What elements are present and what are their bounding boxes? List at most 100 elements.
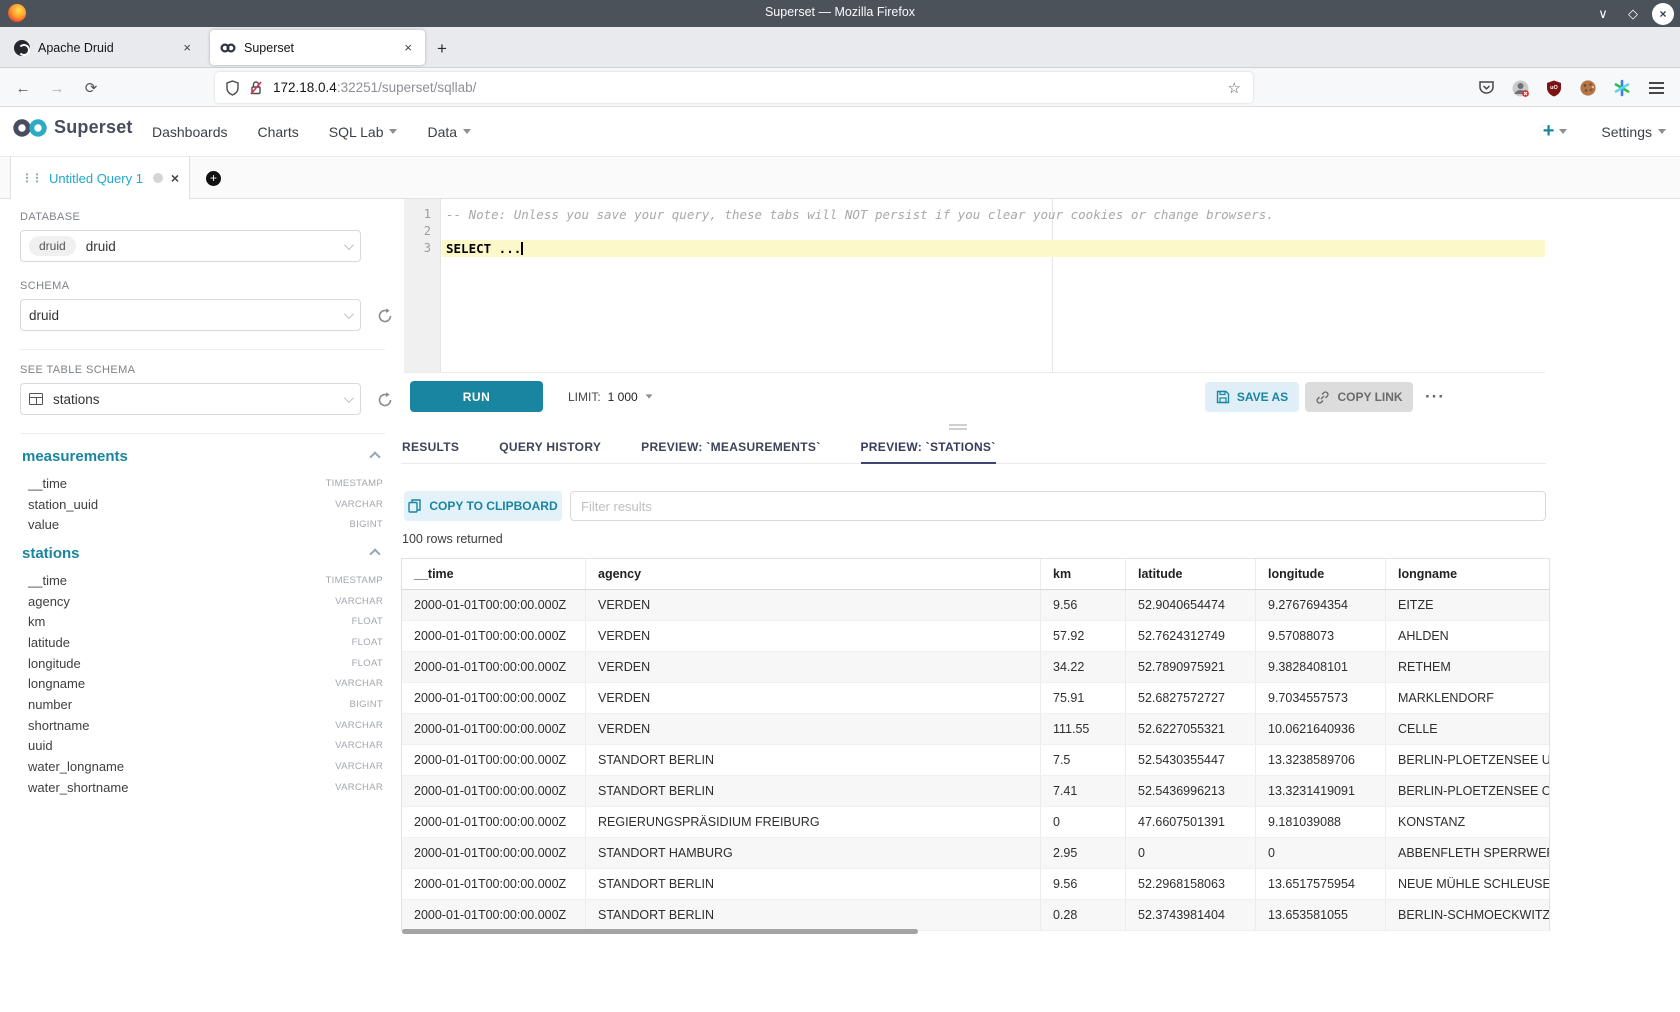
extension-asterisk-icon[interactable] — [1612, 78, 1632, 98]
query-tab-close-icon[interactable]: × — [171, 170, 179, 186]
copy-icon — [408, 499, 421, 513]
more-options-button[interactable]: ··· — [1425, 382, 1445, 412]
browser-tab-label: Apache Druid — [38, 41, 180, 55]
table-select[interactable]: stations — [20, 383, 361, 415]
schema-value: druid — [29, 308, 59, 323]
refresh-schema-icon[interactable] — [376, 307, 394, 325]
cell-agency: STANDORT BERLIN — [586, 869, 1041, 899]
column-header[interactable]: km — [1041, 559, 1126, 589]
nav-data[interactable]: Data — [427, 124, 471, 140]
column-name: __time — [28, 573, 67, 588]
cell-agency: VERDEN — [586, 590, 1041, 620]
save-icon — [1216, 390, 1230, 404]
cell-longname: EITZE — [1386, 590, 1550, 620]
superset-favicon-icon — [220, 40, 236, 56]
cell-longname: RETHEM — [1386, 652, 1550, 682]
column-header[interactable]: latitude — [1126, 559, 1256, 589]
tab-preview-stations[interactable]: PREVIEW: `STATIONS` — [861, 440, 996, 463]
url-text[interactable]: 172.18.0.4:32251/superset/sqllab/ — [273, 80, 1226, 95]
column-header[interactable]: agency — [586, 559, 1041, 589]
column-header[interactable]: __time — [402, 559, 586, 589]
chevron-up-icon[interactable] — [369, 548, 380, 559]
chevron-up-icon[interactable] — [369, 451, 380, 462]
schema-heading[interactable]: stations — [22, 545, 383, 562]
horizontal-scrollbar-thumb[interactable] — [402, 929, 918, 934]
drag-handle-icon[interactable]: ⋮⋮ — [21, 171, 41, 185]
limit-dropdown[interactable]: LIMIT: 1 000 — [560, 381, 661, 412]
lock-insecure-icon[interactable] — [249, 80, 263, 96]
table-icon — [29, 393, 43, 405]
settings-menu[interactable]: Settings — [1601, 124, 1666, 140]
schema-select[interactable]: druid — [20, 299, 361, 331]
tab-close-icon[interactable]: × — [180, 40, 194, 55]
column-header[interactable]: longname — [1386, 559, 1550, 589]
filter-results-input[interactable] — [570, 491, 1546, 521]
cell-longname: KONSTANZ — [1386, 807, 1550, 837]
copy-link-button[interactable]: COPY LINK — [1305, 382, 1413, 412]
forward-icon[interactable]: → — [44, 75, 70, 101]
column-name: number — [28, 697, 72, 712]
column-header[interactable]: longitude — [1256, 559, 1386, 589]
browser-tab-label: Superset — [244, 41, 401, 55]
pocket-icon[interactable] — [1476, 78, 1496, 98]
back-icon[interactable]: ← — [10, 75, 36, 101]
run-button[interactable]: RUN — [410, 381, 543, 412]
url-bar[interactable]: 172.18.0.4:32251/superset/sqllab/ ☆ — [215, 72, 1253, 103]
tab-close-icon[interactable]: × — [401, 40, 415, 55]
tab-preview-measurements[interactable]: PREVIEW: `MEASUREMENTS` — [641, 440, 820, 463]
ublock-origin-icon[interactable]: uO — [1544, 78, 1564, 98]
database-select[interactable]: druid druid — [20, 230, 361, 262]
tab-results[interactable]: RESULTS — [402, 440, 459, 463]
new-tab-button[interactable]: + — [430, 37, 454, 61]
column-name: water_shortname — [28, 780, 128, 795]
menu-hamburger-icon[interactable] — [1646, 78, 1666, 98]
schema-heading[interactable]: measurements — [22, 448, 383, 465]
pane-resize-handle[interactable] — [949, 424, 967, 430]
line-number: 2 — [404, 223, 440, 240]
sqllab-left-panel: DATABASE druid druid SCHEMA druid SEE TA… — [10, 199, 395, 1012]
column-name: longitude — [28, 656, 81, 671]
cell-longname: AHLDEN — [1386, 621, 1550, 651]
shield-icon[interactable] — [225, 80, 240, 96]
superset-logo[interactable]: Superset — [12, 117, 133, 138]
run-toolbar: RUN LIMIT: 1 000 SAVE AS COPY LINK ··· — [404, 372, 1545, 419]
add-new-button[interactable]: + — [1543, 120, 1568, 143]
nav-charts[interactable]: Charts — [258, 124, 299, 140]
editor-code-area[interactable]: -- Note: Unless you save your query, the… — [442, 199, 1545, 372]
nav-sql-lab[interactable]: SQL Lab — [329, 124, 398, 140]
query-tab-untitled[interactable]: ⋮⋮ Untitled Query 1 × — [10, 157, 190, 199]
schema-column-row: agency VARCHAR — [20, 591, 385, 612]
column-name: latitude — [28, 635, 70, 650]
cell-latitude: 52.6227055321 — [1126, 714, 1256, 744]
table-header-row: __time agency km latitude longitude long… — [402, 559, 1550, 590]
copy-to-clipboard-button[interactable]: COPY TO CLIPBOARD — [404, 491, 562, 521]
browser-tab-apache-druid[interactable]: Apache Druid × — [4, 30, 204, 65]
reload-icon[interactable]: ⟳ — [78, 75, 104, 101]
cell-time: 2000-01-01T00:00:00.000Z — [402, 590, 586, 620]
window-minimize-button[interactable]: ∨ — [1592, 3, 1614, 25]
chevron-down-icon — [1559, 129, 1567, 134]
bookmark-star-icon[interactable]: ☆ — [1226, 79, 1243, 97]
window-close-button[interactable]: × — [1652, 3, 1674, 25]
sql-editor[interactable]: 1 2 3 -- Note: Unless you save your quer… — [404, 199, 1545, 372]
column-type: VARCHAR — [335, 720, 383, 731]
tab-query-history[interactable]: QUERY HISTORY — [499, 440, 601, 463]
sql-empty-line — [442, 223, 1545, 240]
browser-tab-superset[interactable]: Superset × — [210, 30, 425, 65]
cell-longname: BERLIN-SCHMOECKWITZ — [1386, 900, 1550, 930]
superset-infinity-icon — [12, 118, 48, 138]
refresh-table-icon[interactable] — [376, 391, 394, 409]
table-row: 2000-01-01T00:00:00.000Z STANDORT BERLIN… — [402, 869, 1550, 900]
window-restore-button[interactable]: ◇ — [1622, 3, 1644, 25]
cell-agency: VERDEN — [586, 714, 1041, 744]
cell-latitude: 52.3743981404 — [1126, 900, 1256, 930]
extension-account-icon[interactable] — [1510, 78, 1530, 98]
chevron-down-icon — [344, 309, 354, 319]
divider — [20, 349, 385, 350]
save-as-button[interactable]: SAVE AS — [1205, 382, 1299, 412]
cell-agency: VERDEN — [586, 683, 1041, 713]
nav-dashboards[interactable]: Dashboards — [152, 124, 228, 140]
cell-agency: STANDORT BERLIN — [586, 776, 1041, 806]
cookie-icon[interactable] — [1578, 78, 1598, 98]
add-query-tab-button[interactable]: + — [206, 171, 221, 186]
